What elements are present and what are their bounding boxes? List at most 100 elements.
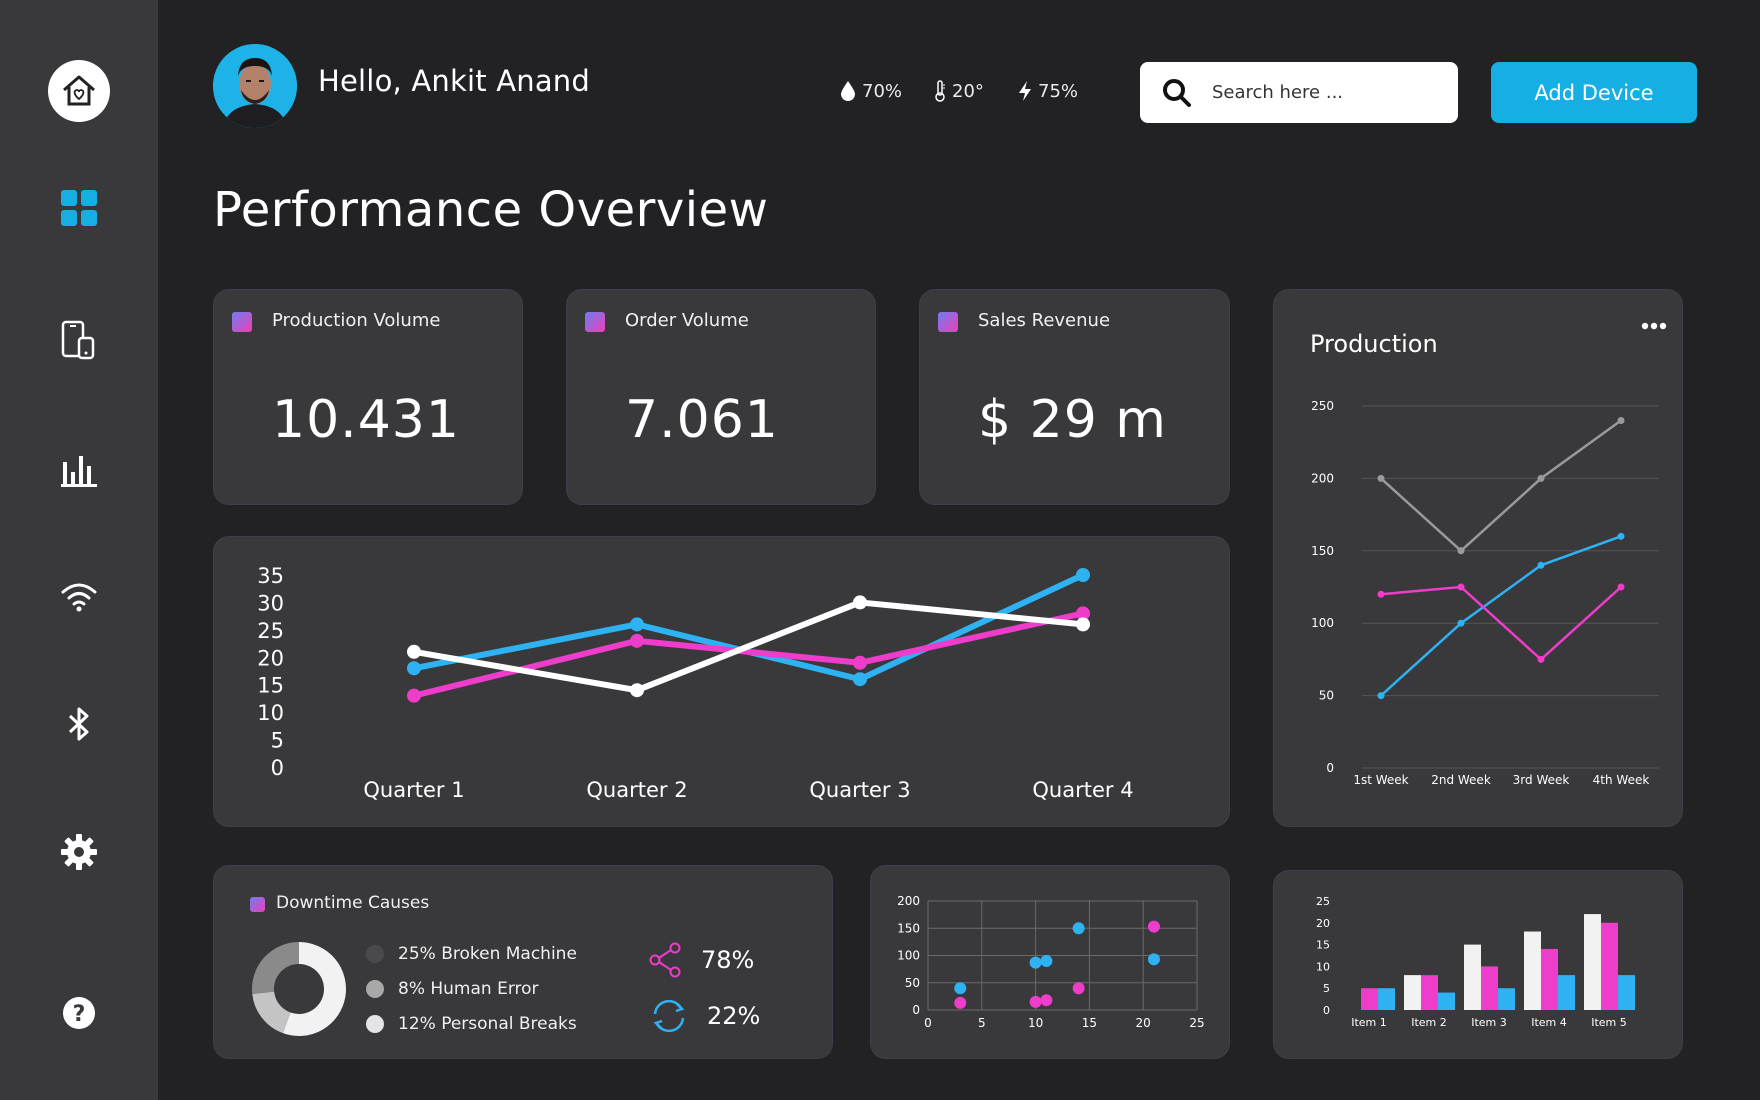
kpi-value: $ 29 m — [978, 390, 1167, 450]
quarterly-line-chart-card: 0 5 10 15 20 25 30 35 Quarter 1 Quarter 2 Quarter … — [213, 536, 1230, 827]
data-point — [1457, 547, 1465, 555]
bar-chart-icon[interactable] — [61, 452, 97, 488]
power-stat: 75% — [1018, 80, 1078, 102]
series-line — [413, 572, 1085, 683]
x-tick-label: 25 — [1189, 1016, 1204, 1030]
wifi-icon[interactable] — [61, 582, 97, 612]
bar — [1558, 975, 1575, 1010]
y-tick-label: 150 — [1311, 544, 1334, 558]
scatter-chart: 0 50 100 150 200 0 5 10 15 20 25 — [897, 894, 1205, 1030]
smart-home-icon[interactable] — [48, 60, 110, 122]
data-point — [630, 683, 644, 698]
data-point — [630, 633, 644, 648]
bar — [1421, 975, 1438, 1010]
x-tick-label: 2nd Week — [1431, 773, 1491, 787]
y-tick-label: 100 — [1311, 616, 1334, 630]
svg-text:?: ? — [73, 1002, 86, 1027]
y-tick-label: 200 — [1311, 471, 1334, 485]
data-point — [1617, 532, 1625, 540]
kpi-card-sales-revenue: Sales Revenue $ 29 m — [919, 289, 1230, 505]
x-tick-label: 4th Week — [1593, 773, 1650, 787]
data-point — [1457, 619, 1465, 627]
devices-icon[interactable] — [61, 320, 97, 360]
sidebar: ? — [0, 0, 158, 1100]
y-tick-label: 35 — [257, 564, 284, 588]
y-tick-label: 25 — [257, 619, 284, 643]
bar — [1498, 988, 1515, 1010]
y-tick-label: 15 — [1316, 939, 1330, 952]
downtime-item-label: 8% Human Error — [398, 979, 539, 999]
share-icon — [649, 942, 681, 978]
bar — [1438, 992, 1455, 1010]
bar — [1601, 922, 1618, 1010]
bar — [1541, 948, 1558, 1010]
x-tick-label: 0 — [924, 1016, 932, 1030]
legend-dot — [366, 945, 384, 963]
downtime-item-label: 12% Personal Breaks — [398, 1014, 577, 1034]
data-point — [630, 617, 644, 632]
search-input[interactable] — [1212, 82, 1432, 103]
data-point — [1537, 655, 1545, 663]
search-box[interactable] — [1140, 62, 1458, 123]
avatar[interactable] — [213, 44, 297, 128]
y-tick-label: 5 — [271, 729, 284, 753]
series-line — [1380, 535, 1622, 697]
production-line-chart: Production 0 50 100 150 200 250 1st Week 2nd Wee… — [1310, 330, 1659, 787]
y-tick-label: 0 — [1323, 1004, 1330, 1017]
y-tick-label: 150 — [897, 921, 920, 935]
dashboard-grid-icon[interactable] — [61, 190, 97, 226]
x-tick-label: Item 1 — [1351, 1016, 1387, 1029]
y-tick-label: 0 — [1326, 761, 1334, 775]
data-point — [853, 595, 867, 610]
share-value: 78% — [701, 946, 755, 974]
more-options-icon[interactable] — [1639, 314, 1669, 338]
kpi-card-production-volume: Production Volume 10.431 — [213, 289, 523, 505]
y-tick-label: 20 — [257, 646, 284, 670]
add-device-button[interactable]: Add Device — [1491, 62, 1697, 123]
y-tick-label: 10 — [257, 701, 284, 725]
bluetooth-icon[interactable] — [67, 706, 91, 742]
grouped-bar-chart: 0 5 10 15 20 25 Item 1 Item 2 Item 3 Item 4 Item 5 — [1316, 895, 1635, 1029]
y-tick-label: 25 — [1316, 895, 1330, 908]
x-tick-label: 15 — [1082, 1016, 1097, 1030]
power-value: 75% — [1038, 80, 1079, 102]
y-tick-label: 50 — [1319, 689, 1334, 703]
data-point — [407, 644, 421, 659]
downtime-item: 8% Human Error — [366, 979, 539, 999]
y-tick-label: 250 — [1311, 399, 1334, 413]
quarterly-line-chart: 0 5 10 15 20 25 30 35 Quarter 1 Quarter 2 Quarter … — [257, 564, 1133, 802]
x-tick-label: 1st Week — [1353, 773, 1408, 787]
downtime-item: 25% Broken Machine — [366, 944, 577, 964]
data-point — [1076, 568, 1090, 582]
page-title: Performance Overview — [213, 182, 769, 238]
bar — [1361, 988, 1378, 1010]
settings-gear-icon[interactable] — [61, 834, 97, 870]
kpi-label: Production Volume — [272, 310, 441, 331]
kpi-card-order-volume: Order Volume 7.061 — [566, 289, 876, 505]
data-point — [1377, 590, 1385, 598]
lightning-icon — [1019, 81, 1031, 101]
downtime-title: Downtime Causes — [276, 893, 430, 913]
data-point — [1377, 692, 1385, 700]
x-tick-label: Item 3 — [1471, 1016, 1507, 1029]
legend-dot — [366, 980, 384, 998]
x-tick-label: Quarter 4 — [1032, 778, 1133, 802]
kpi-label: Order Volume — [625, 310, 749, 331]
x-tick-label: 3rd Week — [1513, 773, 1570, 787]
kpi-label: Sales Revenue — [978, 310, 1111, 331]
scatter-point — [1072, 922, 1085, 935]
y-tick-label: 5 — [1323, 982, 1330, 995]
y-tick-label: 15 — [257, 674, 284, 698]
y-tick-label: 30 — [257, 591, 284, 615]
data-point — [1377, 474, 1385, 482]
x-tick-label: Item 2 — [1411, 1016, 1447, 1029]
sync-value: 22% — [707, 1002, 761, 1030]
scatter-point — [1147, 953, 1160, 966]
y-tick-label: 200 — [897, 894, 920, 908]
help-icon[interactable]: ? — [62, 996, 96, 1030]
scatter-point — [1040, 954, 1053, 967]
data-point — [1537, 561, 1545, 569]
humidity-stat: 70% — [840, 80, 902, 102]
bar — [1464, 944, 1481, 1010]
x-tick-label: Item 4 — [1531, 1016, 1567, 1029]
